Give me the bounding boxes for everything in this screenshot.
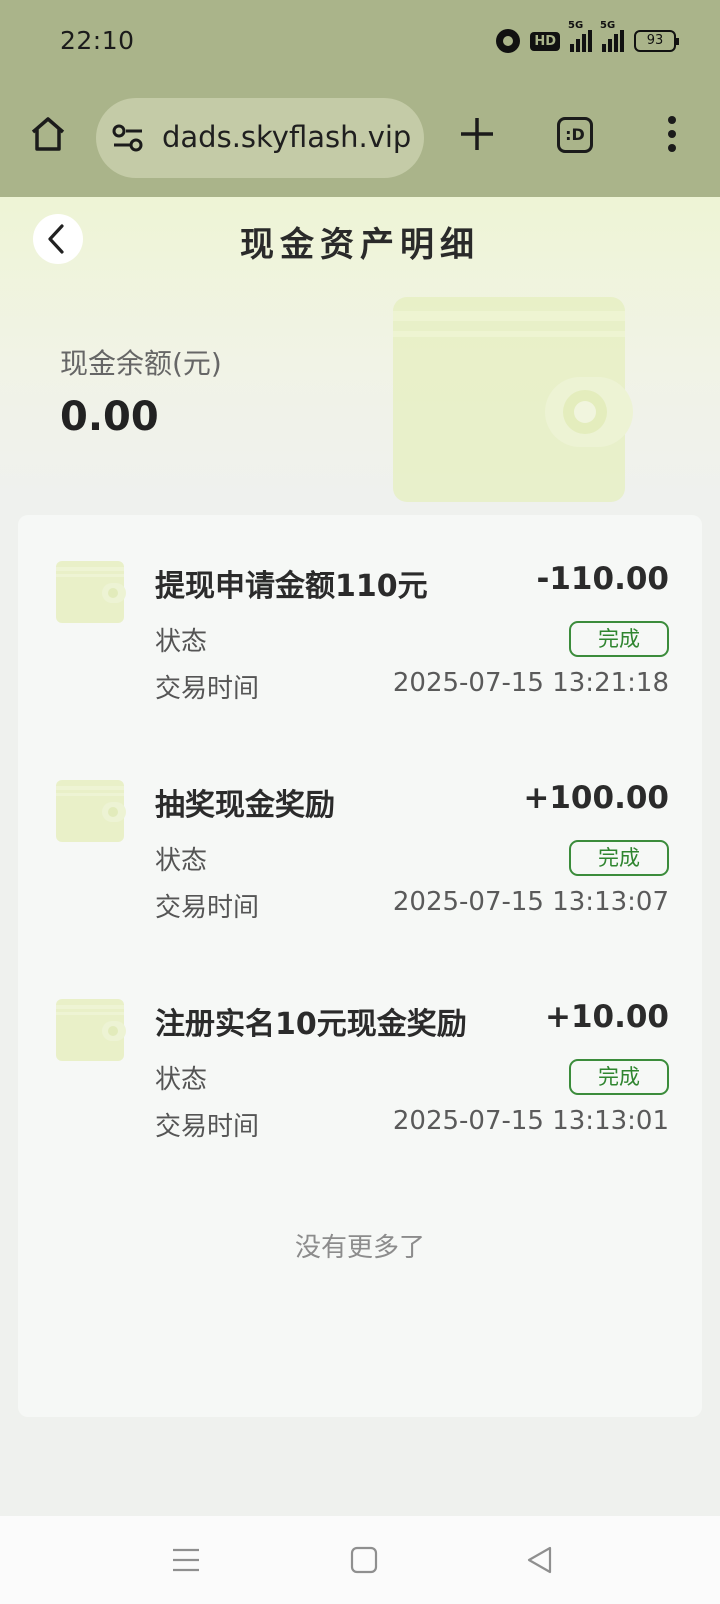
signal-icon: 5G xyxy=(600,20,624,52)
battery-icon: 93 xyxy=(634,30,679,52)
status-bar: 22:10 HD 5G 5G 93 xyxy=(0,0,720,82)
transaction-list: 提现申请金额110元 -110.00 状态 完成 交易时间 2025-07-15… xyxy=(18,515,702,1417)
tune-icon[interactable] xyxy=(112,124,144,152)
page-header: 现金资产明细 现金余额(元) 0.00 xyxy=(0,197,720,502)
status-label: 状态 xyxy=(155,1065,208,1095)
square-icon[interactable] xyxy=(348,1544,380,1576)
browser-toolbar: dads.skyflash.vip :D xyxy=(0,82,720,197)
signal-label: 5G xyxy=(600,20,616,31)
transaction-time: 2025-07-15 13:21:18 xyxy=(392,668,669,698)
status-label: 状态 xyxy=(155,627,208,657)
url-text[interactable]: dads.skyflash.vip xyxy=(162,120,412,154)
home-icon[interactable] xyxy=(28,114,68,154)
transaction-time: 2025-07-15 13:13:01 xyxy=(392,1106,669,1136)
status-icons: HD 5G 5G 93 xyxy=(496,20,679,56)
status-badge: 完成 xyxy=(569,621,669,657)
plus-icon[interactable] xyxy=(457,114,497,154)
time-label: 交易时间 xyxy=(155,893,260,923)
status-badge: 完成 xyxy=(569,840,669,876)
status-time: 22:10 xyxy=(60,26,135,55)
wallet-icon xyxy=(56,780,126,842)
list-item[interactable]: 抽奖现金奖励 +100.00 状态 完成 交易时间 2025-07-15 13:… xyxy=(18,734,702,923)
more-vert-icon[interactable] xyxy=(660,114,684,154)
transaction-amount: +100.00 xyxy=(523,780,669,816)
browser-chrome: 22:10 HD 5G 5G 93 dads.skyflash.vip:D xyxy=(0,0,720,197)
menu-lines-icon[interactable] xyxy=(170,1544,202,1576)
wallet-icon xyxy=(56,999,126,1061)
transaction-title: 抽奖现金奖励 xyxy=(155,788,335,823)
balance-value: 0.00 xyxy=(60,394,159,440)
page-title: 现金资产明细 xyxy=(240,225,480,265)
transaction-title: 提现申请金额110元 xyxy=(155,569,428,604)
wallet-icon xyxy=(393,297,633,502)
signal-icon: 5G xyxy=(568,20,592,52)
system-nav-bar xyxy=(0,1516,720,1604)
list-item[interactable]: 注册实名10元现金奖励 +10.00 状态 完成 交易时间 2025-07-15… xyxy=(18,953,702,1142)
list-item[interactable]: 提现申请金额110元 -110.00 状态 完成 交易时间 2025-07-15… xyxy=(18,515,702,704)
triangle-back-icon[interactable] xyxy=(524,1544,556,1576)
transaction-time: 2025-07-15 13:13:07 xyxy=(392,887,669,917)
end-of-list-text: 没有更多了 xyxy=(294,1233,425,1263)
transaction-amount: +10.00 xyxy=(544,999,669,1035)
wallet-icon xyxy=(56,561,126,623)
time-label: 交易时间 xyxy=(155,1112,260,1142)
status-badge: 完成 xyxy=(569,1059,669,1095)
status-label: 状态 xyxy=(155,846,208,876)
balance-label: 现金余额(元) xyxy=(60,347,222,380)
address-bar[interactable]: dads.skyflash.vip xyxy=(96,98,424,178)
time-label: 交易时间 xyxy=(155,674,260,704)
transaction-amount: -110.00 xyxy=(536,561,670,597)
signal-label: 5G xyxy=(568,20,584,31)
hd-voice-icon: HD xyxy=(530,31,560,51)
alarm-icon xyxy=(496,29,521,53)
tabs-icon[interactable]: :D xyxy=(557,117,593,153)
transaction-title: 注册实名10元现金奖励 xyxy=(155,1007,467,1042)
